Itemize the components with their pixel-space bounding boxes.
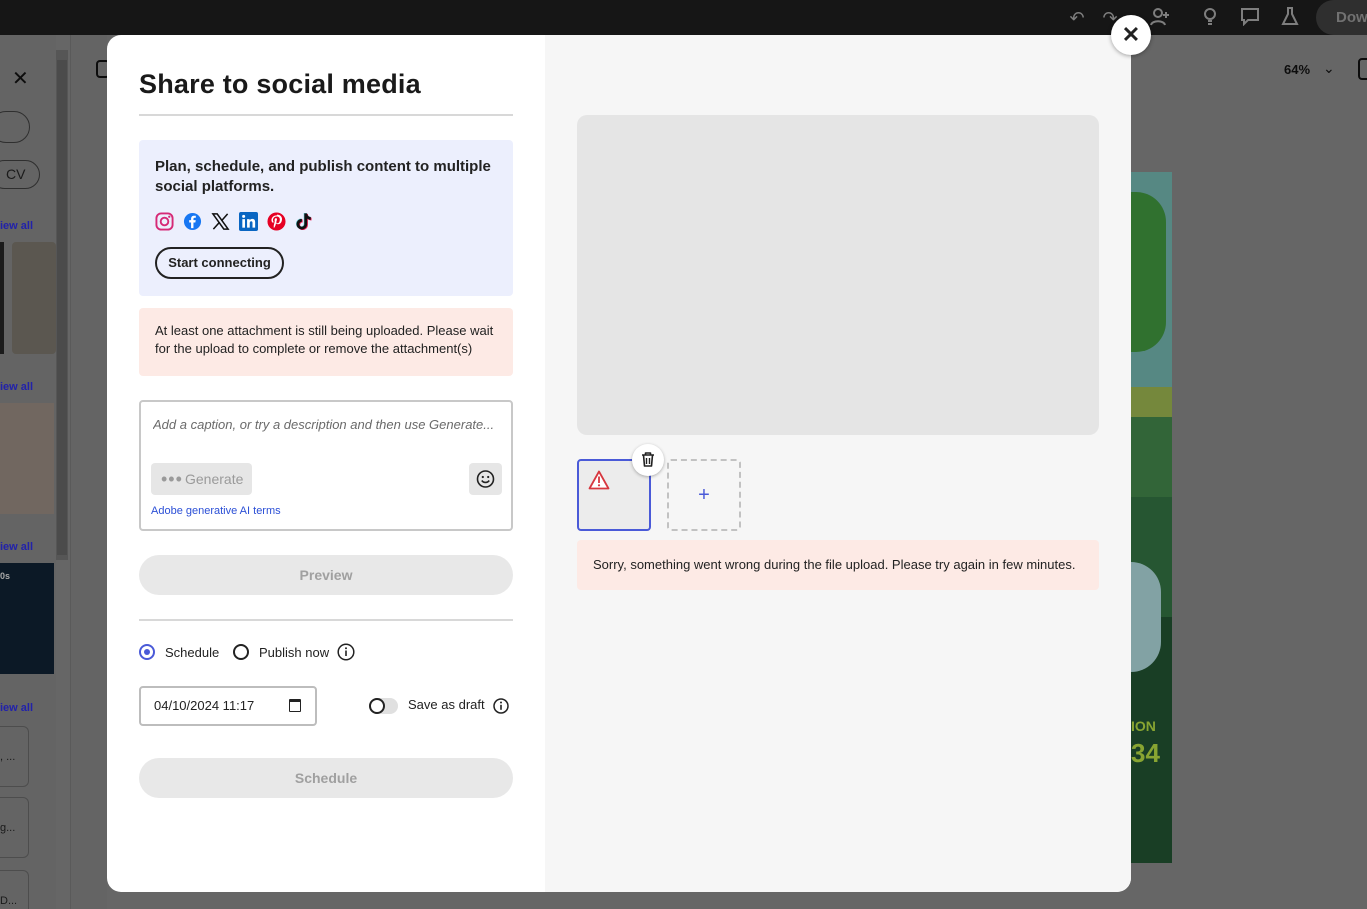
caption-field: ••• Generate Adobe generative AI terms <box>139 400 513 531</box>
ai-terms-link[interactable]: Adobe generative AI terms <box>151 505 281 517</box>
caption-input[interactable] <box>153 412 498 436</box>
save-draft-toggle[interactable] <box>369 698 398 714</box>
instagram-icon <box>155 212 174 231</box>
publish-now-radio-label[interactable]: Publish now <box>259 644 329 661</box>
info-icon[interactable] <box>492 697 510 715</box>
warning-icon <box>588 470 610 490</box>
media-preview <box>577 115 1099 435</box>
x-icon <box>211 213 230 230</box>
close-dialog-button[interactable]: ✕ <box>1111 15 1151 55</box>
smiley-icon <box>476 470 495 488</box>
info-icon[interactable] <box>337 643 355 661</box>
upload-warning: At least one attachment is still being u… <box>139 308 513 376</box>
schedule-datetime-input[interactable]: 04/10/2024 11:17 <box>139 686 317 726</box>
generate-button[interactable]: ••• Generate <box>151 463 252 495</box>
schedule-radio[interactable] <box>139 644 155 660</box>
publish-now-radio[interactable] <box>233 644 249 660</box>
pinterest-icon <box>267 212 286 231</box>
schedule-radio-label[interactable]: Schedule <box>165 644 219 661</box>
divider <box>139 619 513 621</box>
save-draft-label: Save as draft <box>408 697 485 712</box>
divider <box>139 114 513 116</box>
upload-error-message: Sorry, something went wrong during the f… <box>577 540 1099 590</box>
linkedin-icon <box>239 212 258 231</box>
dialog-title: Share to social media <box>139 69 421 99</box>
share-dialog: Share to social media Plan, schedule, an… <box>107 35 1131 892</box>
emoji-button[interactable] <box>469 463 502 495</box>
preview-button[interactable]: Preview <box>139 555 513 595</box>
loading-dots-icon: ••• <box>161 469 183 489</box>
facebook-icon <box>183 212 202 231</box>
add-attachment-button[interactable]: + <box>667 459 741 531</box>
calendar-icon[interactable] <box>289 699 301 712</box>
connect-promo: Plan, schedule, and publish content to m… <box>139 140 513 296</box>
start-connecting-button[interactable]: Start connecting <box>155 247 284 279</box>
generate-label: Generate <box>185 471 244 487</box>
social-platform-icons <box>155 212 314 234</box>
promo-text: Plan, schedule, and publish content to m… <box>155 158 491 195</box>
delete-attachment-button[interactable] <box>632 444 664 476</box>
datetime-value: 04/10/2024 11:17 <box>154 698 255 713</box>
schedule-button[interactable]: Schedule <box>139 758 513 798</box>
trash-icon <box>642 452 654 467</box>
close-icon: ✕ <box>1121 22 1141 47</box>
tiktok-icon <box>295 213 312 231</box>
